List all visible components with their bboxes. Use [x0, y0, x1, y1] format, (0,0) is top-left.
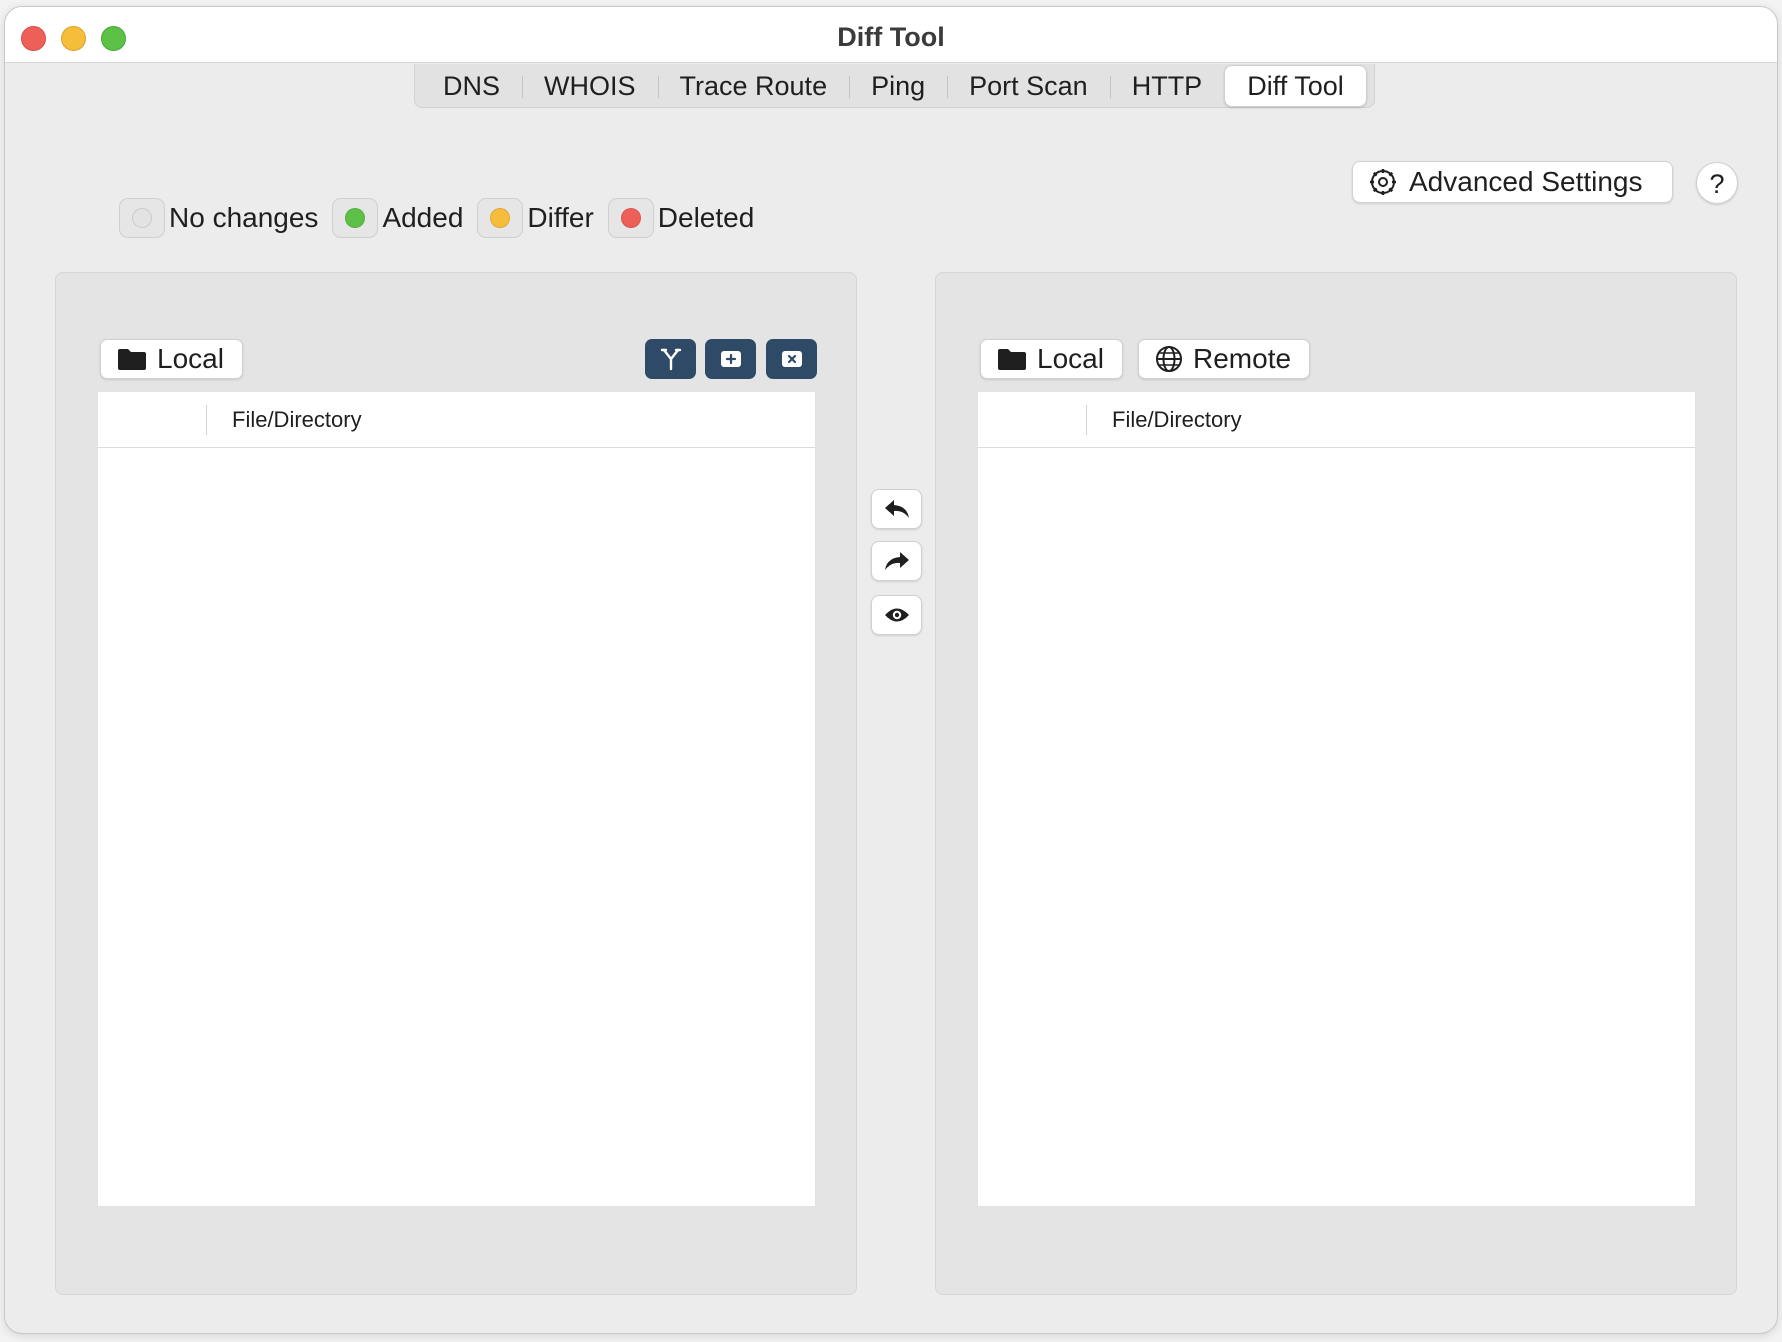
right-local-button[interactable]: Local: [980, 339, 1123, 379]
right-tree-header: File/Directory: [978, 392, 1695, 448]
remove-icon: [781, 351, 802, 367]
tab-whois[interactable]: WHOIS: [522, 66, 658, 106]
legend-label: Deleted: [657, 202, 755, 233]
legend-differ: Differ: [477, 198, 594, 238]
remote-button[interactable]: Remote: [1138, 339, 1311, 379]
deleted-dot-icon: [620, 208, 641, 228]
right-panel: Local Remote File/Directory: [935, 272, 1737, 1295]
left-local-button[interactable]: Local: [100, 339, 243, 379]
tab-diff-tool[interactable]: Diff Tool: [1224, 64, 1367, 107]
legend-label: Added: [382, 202, 464, 233]
merge-icon: [660, 348, 681, 371]
no-changes-dot-icon: [132, 208, 152, 228]
folder-icon: [118, 349, 146, 370]
right-local-label: Local: [1037, 343, 1104, 374]
advanced-settings-button[interactable]: Advanced Settings: [1352, 161, 1673, 203]
copy-left-button[interactable]: [871, 489, 922, 529]
legend-swatch: [119, 198, 165, 238]
left-panel: Local File/Directory: [55, 272, 857, 1295]
legend-deleted: Deleted: [607, 198, 755, 238]
remote-label: Remote: [1193, 343, 1292, 374]
share-icon: [884, 552, 909, 570]
add-button[interactable]: [705, 339, 756, 379]
app-window: Diff Tool DNS WHOIS Trace Route Ping Por…: [4, 6, 1778, 1334]
tab-bar: DNS WHOIS Trace Route Ping Port Scan HTT…: [414, 64, 1375, 108]
left-file-tree[interactable]: File/Directory: [97, 391, 816, 1207]
copy-right-button[interactable]: [871, 541, 922, 581]
differ-dot-icon: [490, 208, 511, 228]
column-file-directory[interactable]: File/Directory: [1112, 407, 1242, 433]
window-title: Diff Tool: [837, 22, 945, 52]
column-file-directory[interactable]: File/Directory: [232, 407, 362, 433]
add-icon: [720, 351, 741, 367]
preview-button[interactable]: [871, 595, 922, 635]
folder-icon: [998, 349, 1026, 370]
globe-icon: [1156, 346, 1182, 372]
legend-label: No changes: [169, 202, 319, 233]
reply-icon: [884, 500, 909, 518]
eye-icon: [884, 608, 909, 622]
tab-http[interactable]: HTTP: [1109, 66, 1225, 106]
legend-added: Added: [332, 198, 463, 238]
legend-label: Differ: [527, 202, 594, 233]
legend-swatch: [607, 198, 654, 238]
legend-swatch: [477, 198, 524, 238]
advanced-settings-label: Advanced Settings: [1409, 166, 1643, 197]
left-tree-header: File/Directory: [98, 392, 815, 448]
remove-button[interactable]: [766, 339, 817, 379]
legend-swatch: [332, 198, 379, 238]
tab-port-scan[interactable]: Port Scan: [947, 66, 1110, 106]
added-dot-icon: [345, 208, 366, 228]
help-button[interactable]: ?: [1696, 162, 1738, 204]
merge-button[interactable]: [645, 339, 696, 379]
right-file-tree[interactable]: File/Directory: [977, 391, 1696, 1207]
gear-icon: [1370, 169, 1396, 195]
title-bar: Diff Tool: [5, 7, 1777, 63]
left-local-label: Local: [157, 343, 224, 374]
tab-ping[interactable]: Ping: [849, 66, 947, 106]
column-separator: [1086, 405, 1087, 435]
status-legend: No changes Added Differ Deleted: [119, 196, 768, 240]
tab-dns[interactable]: DNS: [421, 66, 522, 106]
legend-no-changes: No changes: [119, 198, 318, 238]
column-separator: [206, 405, 207, 435]
tab-trace-route[interactable]: Trace Route: [657, 66, 850, 106]
